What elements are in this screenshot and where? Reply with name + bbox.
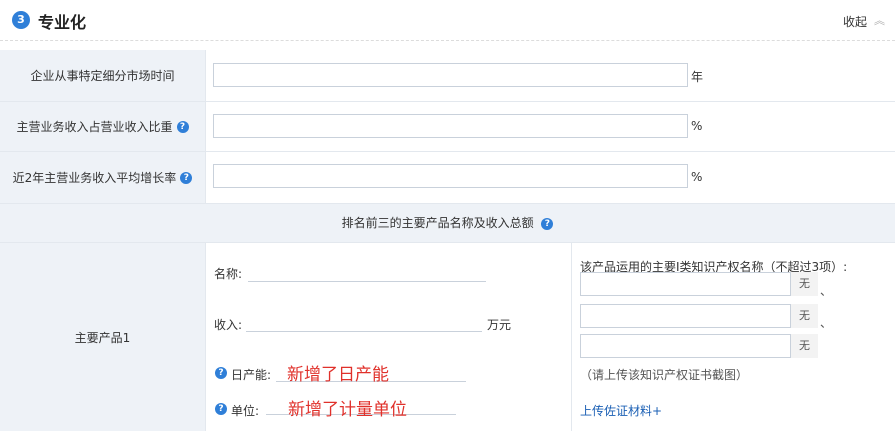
ip-input-2[interactable] [580,304,818,328]
form-row-growth-rate: 近2年主营业务收入平均增长率 ? % [0,152,895,204]
growth-rate-input[interactable] [213,164,688,188]
unit-field-label: 单位: [231,404,260,418]
step-number-badge: 3 [12,11,30,29]
separator: 、 [820,284,833,298]
revenue-ratio-input[interactable] [213,114,688,138]
section-header: 3 专业化 收起 ︽ [0,0,895,41]
income-input[interactable] [246,331,482,332]
upload-evidence-link[interactable]: 上传佐证材料+ [580,402,662,419]
form-row-revenue-ratio: 主营业务收入占营业收入比重 ? % [0,102,895,152]
help-icon[interactable]: ? [541,217,554,230]
daily-capacity-label: 日产能: [231,368,272,382]
income-unit: 万元 [487,318,512,332]
ip-input-1[interactable] [580,272,818,296]
form-row-market-time: 企业从事特定细分市场时间 年 [0,50,895,102]
name-input[interactable] [248,281,486,282]
market-time-input[interactable] [213,63,688,87]
help-icon[interactable]: ? [180,171,193,184]
section-title: 专业化 [38,13,87,32]
field-label: 企业从事特定细分市场时间 [0,50,206,101]
unit-label: % [691,119,703,133]
ip-hint: （请上传该知识产权证书截图） [580,368,749,382]
field-label: 主营业务收入占营业收入比重 ? [0,102,206,151]
help-icon[interactable]: ? [176,120,189,133]
income-label: 收入: [214,318,243,332]
help-icon[interactable]: ? [215,367,227,379]
name-label: 名称: [214,267,243,281]
ip-none-button-2[interactable]: 无 [790,304,818,328]
product-label: 主要产品1 [0,243,206,431]
ip-none-button-3[interactable]: 无 [790,334,818,358]
ip-input-3[interactable] [580,334,818,358]
separator: 、 [820,316,833,330]
help-icon[interactable]: ? [215,403,227,415]
chevron-up-icon[interactable]: ︽ [874,12,885,28]
unit-label: % [691,170,703,184]
field-label: 近2年主营业务收入平均增长率 ? [0,152,206,203]
ip-none-button-1[interactable]: 无 [790,272,818,296]
unit-annotation: 新增了计量单位 [288,400,407,420]
collapse-button[interactable]: 收起 [843,13,867,30]
unit-label: 年 [691,70,704,84]
daily-capacity-annotation: 新增了日产能 [287,365,389,385]
top-products-header: 排名前三的主要产品名称及收入总额 ? [0,204,895,243]
